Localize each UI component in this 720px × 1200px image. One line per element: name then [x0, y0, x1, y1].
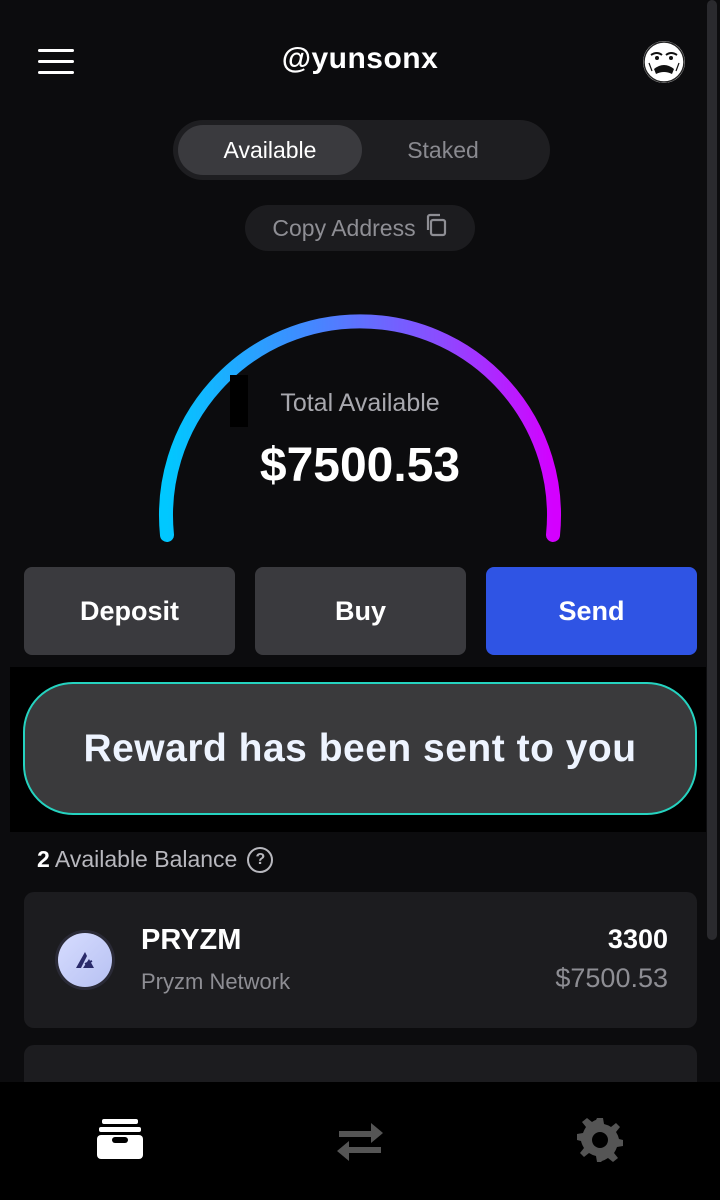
balance-count: 2 [37, 846, 50, 872]
asset-amount: 3300 [607, 924, 668, 954]
bottom-navigation [0, 1082, 720, 1200]
balance-type-toggle: Available Staked [173, 120, 550, 180]
question-circle-icon[interactable]: ? [247, 846, 274, 873]
total-available-value: $7500.53 [259, 439, 461, 492]
swap-arrows-icon [333, 1117, 387, 1166]
asset-symbol: PRYZM [141, 924, 242, 956]
balance-label: Available Balance [54, 846, 238, 872]
scrollbar-thumb[interactable] [707, 0, 717, 940]
asset-fiat-value: $7500.53 [555, 963, 668, 993]
nav-swap[interactable] [240, 1082, 480, 1200]
reward-toast[interactable]: Reward has been sent to you [23, 682, 697, 815]
total-available-label: Total Available [280, 389, 440, 417]
wallet-icon [96, 1117, 144, 1166]
user-avatar-icon[interactable] [643, 41, 685, 83]
asset-network: Pryzm Network [141, 969, 291, 994]
send-button[interactable]: Send [486, 567, 697, 655]
copy-address-button[interactable]: Copy Address [245, 205, 475, 251]
available-balance-header: 2 Available Balance ? [37, 846, 274, 873]
username-title: @yunsonx [281, 42, 439, 75]
buy-button[interactable]: Buy [255, 567, 466, 655]
app-header: @yunsonx [0, 0, 720, 120]
nav-settings[interactable] [480, 1082, 720, 1200]
tab-available[interactable]: Available [178, 125, 362, 175]
asset-card-pryzm[interactable] [24, 892, 697, 1028]
copy-address-label: Copy Address [272, 214, 416, 241]
gear-icon [577, 1116, 623, 1167]
pryzm-logo-icon [58, 933, 112, 987]
tab-staked[interactable]: Staked [351, 125, 535, 175]
copy-icon [424, 213, 448, 243]
action-buttons: Deposit Buy Send [24, 567, 697, 655]
deposit-button[interactable]: Deposit [24, 567, 235, 655]
toast-overlay: Reward has been sent to you [10, 667, 710, 832]
nav-wallet[interactable] [0, 1082, 240, 1200]
